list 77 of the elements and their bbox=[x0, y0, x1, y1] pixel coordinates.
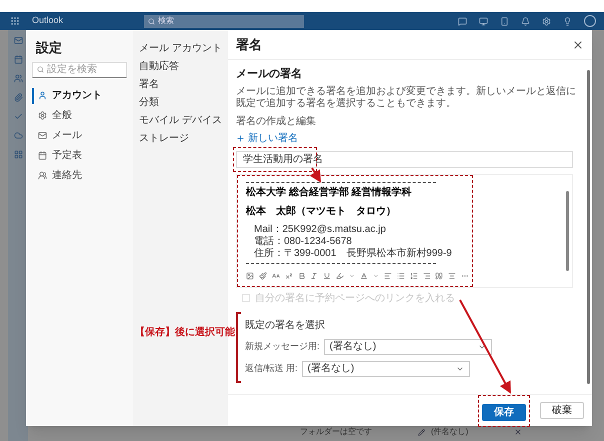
check-icon[interactable] bbox=[14, 112, 22, 121]
font-color-icon[interactable] bbox=[360, 272, 368, 280]
signature-dropdown[interactable]: (署名なし) bbox=[324, 338, 492, 354]
settings-icon[interactable] bbox=[542, 16, 551, 26]
lightbulb-icon[interactable] bbox=[563, 16, 572, 26]
grid-icon[interactable] bbox=[14, 150, 22, 159]
app-launcher-icon[interactable] bbox=[10, 16, 20, 26]
people-icon bbox=[38, 171, 47, 180]
underline-icon[interactable] bbox=[323, 272, 332, 280]
settings-category[interactable]: 全般 bbox=[32, 108, 127, 124]
new-signature-button[interactable]: 新しい署名 bbox=[236, 130, 298, 146]
paintbrush-icon[interactable] bbox=[258, 272, 267, 280]
superscript-icon[interactable] bbox=[284, 272, 293, 280]
settings-subcategory[interactable]: モバイル デバイス bbox=[139, 114, 228, 127]
signature-dropdown[interactable]: (署名なし) bbox=[302, 360, 470, 376]
annotation-bracket bbox=[236, 312, 241, 382]
defaults-title: 既定の署名を選択 bbox=[245, 318, 326, 332]
signature-line: Mail：25K992@s.matsu.ac.jp bbox=[253, 224, 387, 236]
signature-line: 電話：080-1234-5678 bbox=[253, 236, 353, 248]
signature-line: 松本 太郎（マツモト タロウ） bbox=[246, 204, 397, 218]
align-center-icon[interactable] bbox=[448, 272, 456, 280]
close-icon bbox=[514, 428, 522, 436]
signature-line: 住所：〒399-0001 長野県松本市新村999-9 bbox=[253, 248, 453, 260]
settings-subcategory[interactable]: 署名 bbox=[139, 78, 228, 91]
monitor-icon[interactable] bbox=[479, 16, 488, 26]
empty-folder-text: フォルダーは空です bbox=[300, 426, 372, 438]
mail-icon bbox=[38, 131, 47, 140]
search-icon bbox=[37, 66, 44, 73]
gear-icon bbox=[38, 111, 47, 120]
numbered-list-icon[interactable] bbox=[410, 272, 418, 280]
settings-subcategory[interactable]: 自動応答 bbox=[139, 60, 228, 73]
plus-icon bbox=[236, 134, 245, 142]
bold-icon[interactable] bbox=[298, 272, 306, 280]
brand-name: Outlook bbox=[32, 14, 64, 28]
save-button[interactable]: 保存 bbox=[482, 404, 526, 420]
phone-icon[interactable] bbox=[500, 16, 509, 26]
settings-category[interactable]: アカウント bbox=[32, 88, 127, 104]
signature-line: 松本大学 総合経営学部 経営情報学科 bbox=[246, 186, 413, 198]
bell-icon[interactable] bbox=[521, 16, 530, 26]
font-size-icon[interactable] bbox=[272, 272, 280, 280]
select-label: 返信/転送 用: bbox=[245, 362, 298, 375]
calendar-icon bbox=[38, 151, 47, 160]
checkbox-label: 自分の署名に予約ページへのリンクを入れる bbox=[255, 292, 455, 306]
pencil-icon bbox=[418, 428, 425, 436]
annotation-arrow bbox=[310, 167, 322, 183]
image-icon[interactable] bbox=[246, 272, 254, 280]
mail-icon[interactable] bbox=[14, 36, 22, 45]
settings-title: 設定 bbox=[34, 39, 63, 57]
settings-subcategory[interactable]: メール アカウント bbox=[139, 42, 228, 55]
settings-category[interactable]: 予定表 bbox=[32, 148, 127, 164]
paperclip-icon[interactable] bbox=[14, 93, 22, 102]
calendar-icon[interactable] bbox=[14, 55, 22, 64]
settings-subcategory[interactable]: ストレージ bbox=[139, 132, 228, 145]
panel-title: 署名 bbox=[236, 36, 262, 54]
field-label: 署名の作成と編集 bbox=[236, 114, 317, 128]
people-icon[interactable] bbox=[14, 74, 22, 83]
select-label: 新規メッセージ用: bbox=[245, 340, 320, 353]
section-title: メールの署名 bbox=[236, 66, 303, 82]
cloud-icon[interactable] bbox=[14, 131, 22, 140]
settings-category[interactable]: メール bbox=[32, 128, 127, 144]
close-icon[interactable] bbox=[572, 38, 584, 50]
list-icon[interactable] bbox=[396, 272, 405, 280]
draft-subject: (件名なし) bbox=[431, 426, 468, 438]
person-icon bbox=[38, 91, 47, 100]
quote-icon[interactable] bbox=[435, 272, 444, 280]
chat-icon[interactable] bbox=[458, 16, 467, 26]
section-description: メールに追加できる署名を追加および変更できます。新しいメールと返信に既定で追加する署名を選択することもできます。 bbox=[236, 86, 577, 110]
search-icon bbox=[148, 18, 155, 24]
highlighter-icon[interactable] bbox=[336, 272, 344, 280]
settings-category[interactable]: 連絡先 bbox=[32, 168, 127, 184]
align-right-icon[interactable] bbox=[422, 272, 430, 280]
annotation-note: 【保存】後に選択可能 bbox=[135, 326, 235, 340]
settings-subcategory[interactable]: 分類 bbox=[139, 96, 228, 109]
align-left-icon[interactable] bbox=[384, 272, 392, 280]
discard-button[interactable]: 破棄 bbox=[540, 402, 584, 419]
avatar[interactable] bbox=[584, 15, 596, 27]
italic-icon[interactable] bbox=[310, 272, 318, 280]
